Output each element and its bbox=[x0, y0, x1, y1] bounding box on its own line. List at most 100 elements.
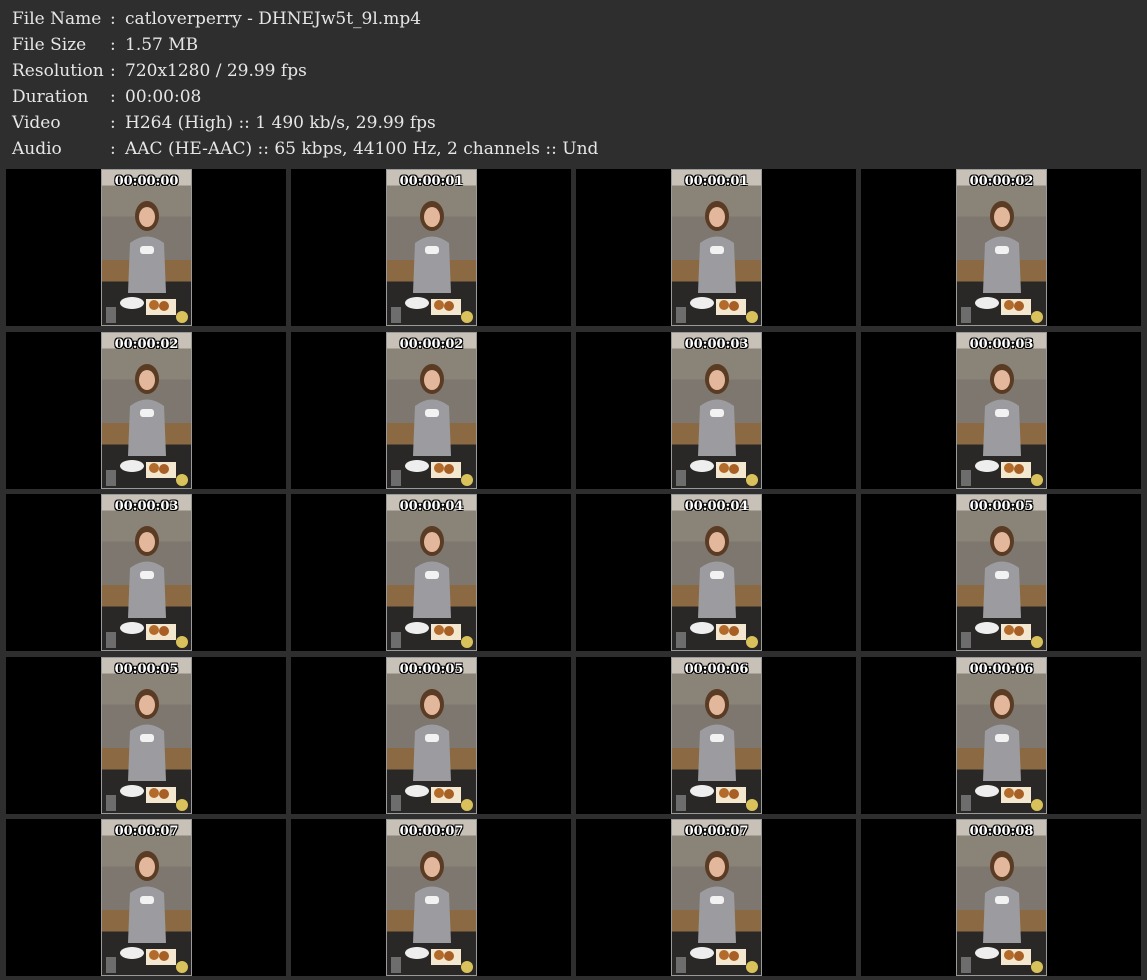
timestamp-label: 00:00:04 bbox=[399, 499, 464, 514]
info-separator: : bbox=[110, 139, 116, 159]
thumbnail-cell: 00:00:08 bbox=[861, 819, 1141, 976]
thumbnail-cell: 00:00:03 bbox=[6, 494, 286, 651]
timestamp-label: 00:00:03 bbox=[969, 336, 1034, 352]
thumbnail-cell: 00:00:02 bbox=[861, 169, 1141, 326]
person-figure bbox=[983, 201, 1021, 293]
table-food bbox=[391, 622, 473, 648]
info-value: 720x1280 / 29.99 fps bbox=[125, 61, 307, 81]
info-value: 1.57 MB bbox=[125, 35, 199, 55]
person-figure bbox=[413, 526, 451, 618]
video-frame: 00:00:03 bbox=[956, 331, 1047, 489]
person-figure bbox=[983, 851, 1021, 943]
timestamp-label: 00:00:03 bbox=[684, 336, 749, 352]
table-food bbox=[676, 947, 758, 973]
thumbnail-cell: 00:00:05 bbox=[6, 656, 286, 814]
video-frame: 00:00:04 bbox=[386, 494, 477, 651]
table-food bbox=[391, 459, 473, 486]
info-separator: : bbox=[110, 113, 116, 133]
timestamp-label: 00:00:02 bbox=[969, 174, 1034, 189]
person-figure bbox=[698, 201, 736, 293]
info-separator: : bbox=[110, 61, 116, 81]
table-food bbox=[961, 784, 1043, 811]
table-food bbox=[961, 459, 1043, 486]
thumbnail-cell: 00:00:07 bbox=[291, 819, 571, 976]
person-figure bbox=[128, 688, 166, 781]
video-frame: 00:00:06 bbox=[671, 656, 762, 814]
info-separator: : bbox=[110, 87, 116, 107]
video-frame: 00:00:07 bbox=[671, 819, 762, 976]
thumbnail-cell: 00:00:03 bbox=[576, 331, 856, 489]
video-frame: 00:00:03 bbox=[671, 331, 762, 489]
table-food bbox=[106, 622, 188, 648]
person-figure bbox=[698, 851, 736, 943]
person-figure bbox=[128, 363, 166, 456]
thumbnail-cell: 00:00:04 bbox=[576, 494, 856, 651]
timestamp-label: 00:00:07 bbox=[684, 824, 749, 839]
table-food bbox=[391, 297, 473, 323]
person-figure bbox=[128, 851, 166, 943]
timestamp-label: 00:00:04 bbox=[684, 499, 749, 514]
table-food bbox=[676, 297, 758, 323]
timestamp-label: 00:00:03 bbox=[114, 499, 179, 514]
timestamp-label: 00:00:05 bbox=[969, 499, 1034, 514]
table-food bbox=[961, 947, 1043, 973]
person-figure bbox=[698, 526, 736, 618]
person-figure bbox=[413, 688, 451, 781]
video-frame: 00:00:02 bbox=[101, 331, 192, 489]
person-figure bbox=[413, 363, 451, 456]
thumbnail-cell: 00:00:07 bbox=[576, 819, 856, 976]
info-label: Resolution bbox=[12, 61, 104, 81]
thumbnail-cell: 00:00:03 bbox=[861, 331, 1141, 489]
timestamp-label: 00:00:08 bbox=[969, 824, 1034, 839]
video-frame: 00:00:05 bbox=[101, 656, 192, 814]
video-frame: 00:00:07 bbox=[101, 819, 192, 976]
info-value: H264 (High) :: 1 490 kb/s, 29.99 fps bbox=[125, 113, 436, 133]
table-food bbox=[391, 784, 473, 811]
info-label: Audio bbox=[12, 139, 62, 159]
thumbnail-cell: 00:00:05 bbox=[291, 656, 571, 814]
thumbnail-cell: 00:00:07 bbox=[6, 819, 286, 976]
timestamp-label: 00:00:02 bbox=[399, 336, 464, 352]
video-frame: 00:00:06 bbox=[956, 656, 1047, 814]
table-food bbox=[676, 459, 758, 486]
timestamp-label: 00:00:06 bbox=[969, 661, 1034, 677]
info-value: catloverperry - DHNEJw5t_9l.mp4 bbox=[125, 9, 422, 29]
timestamp-label: 00:00:05 bbox=[114, 661, 179, 677]
table-food bbox=[106, 297, 188, 323]
table-food bbox=[106, 459, 188, 486]
timestamp-label: 00:00:07 bbox=[399, 824, 464, 839]
person-figure bbox=[128, 201, 166, 293]
timestamp-label: 00:00:00 bbox=[114, 174, 179, 189]
timestamp-label: 00:00:01 bbox=[399, 174, 464, 189]
info-label: Duration bbox=[12, 87, 89, 107]
video-frame: 00:00:03 bbox=[101, 494, 192, 651]
table-food bbox=[676, 622, 758, 648]
timestamp-label: 00:00:01 bbox=[684, 174, 749, 189]
timestamp-label: 00:00:06 bbox=[684, 661, 749, 677]
video-frame: 00:00:07 bbox=[386, 819, 477, 976]
thumbnail-cell: 00:00:01 bbox=[576, 169, 856, 326]
thumbnail-cell: 00:00:00 bbox=[6, 169, 286, 326]
info-label: File Size bbox=[12, 35, 87, 55]
video-frame: 00:00:02 bbox=[386, 331, 477, 489]
timestamp-label: 00:00:07 bbox=[114, 824, 179, 839]
video-frame: 00:00:05 bbox=[386, 656, 477, 814]
thumbnail-cell: 00:00:04 bbox=[291, 494, 571, 651]
thumbnail-cell: 00:00:06 bbox=[576, 656, 856, 814]
video-frame: 00:00:00 bbox=[101, 169, 192, 326]
info-label: Video bbox=[12, 113, 61, 133]
video-frame: 00:00:08 bbox=[956, 819, 1047, 976]
person-figure bbox=[413, 201, 451, 293]
person-figure bbox=[413, 851, 451, 943]
thumbnail-cell: 00:00:05 bbox=[861, 494, 1141, 651]
table-food bbox=[106, 784, 188, 811]
thumbnail-cell: 00:00:01 bbox=[291, 169, 571, 326]
video-frame: 00:00:04 bbox=[671, 494, 762, 651]
person-figure bbox=[983, 688, 1021, 781]
video-frame: 00:00:05 bbox=[956, 494, 1047, 651]
info-value: 00:00:08 bbox=[125, 87, 202, 107]
info-label: File Name bbox=[12, 9, 102, 29]
person-figure bbox=[128, 526, 166, 618]
timestamp-label: 00:00:05 bbox=[399, 661, 464, 677]
person-figure bbox=[983, 526, 1021, 618]
